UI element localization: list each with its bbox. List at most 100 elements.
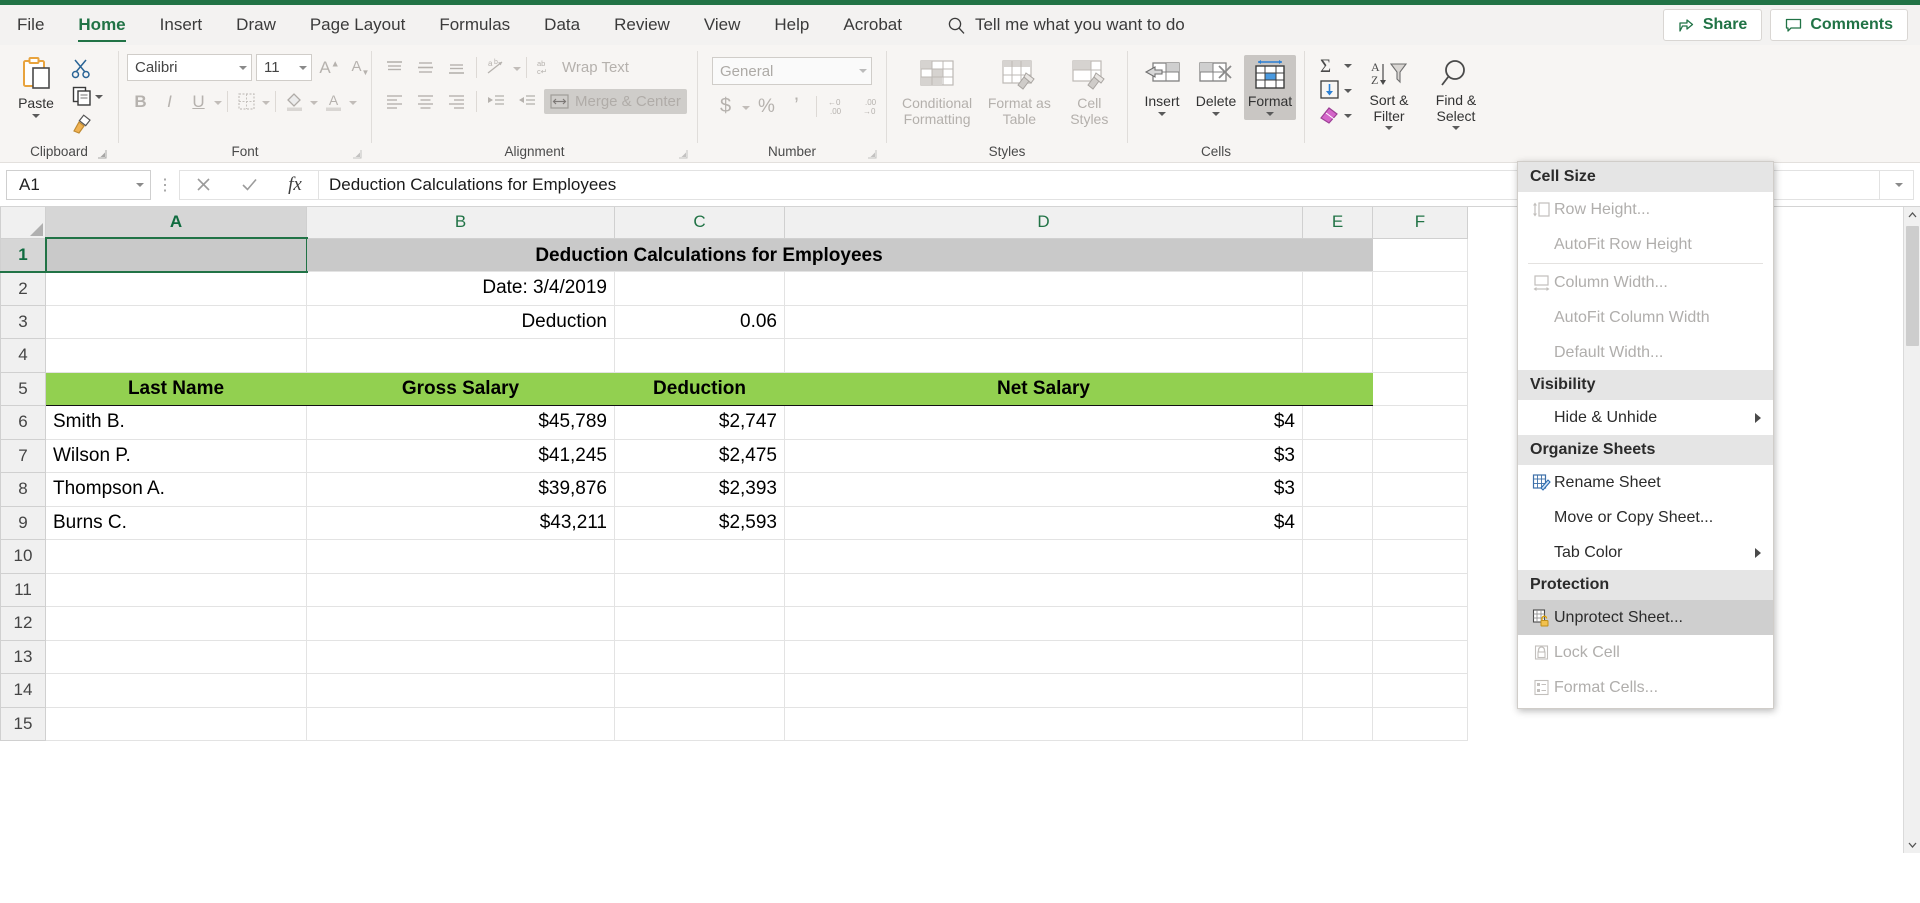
scroll-up-button[interactable] (1904, 207, 1920, 224)
bold-button[interactable]: B (127, 88, 154, 115)
ribbon-tab-review[interactable]: Review (597, 5, 687, 45)
cell-E8[interactable] (1302, 472, 1373, 507)
cell-D14[interactable] (784, 673, 1303, 708)
share-button[interactable]: Share (1662, 9, 1763, 41)
menu-item-rename-sheet[interactable]: Rename Sheet (1518, 465, 1773, 500)
column-header-F[interactable]: F (1372, 207, 1468, 239)
column-header-B[interactable]: B (306, 207, 615, 239)
cell-B6[interactable]: $45,789 (306, 405, 615, 440)
orientation-chevron-down-icon[interactable] (513, 66, 521, 71)
clear-button[interactable] (1317, 104, 1352, 126)
font-size-combo[interactable]: 11 (256, 54, 312, 81)
delete-chevron-down-icon[interactable] (1212, 111, 1220, 116)
cell-E12[interactable] (1302, 606, 1373, 641)
row-header-10[interactable]: 10 (0, 539, 46, 574)
align-left-button[interactable] (380, 88, 409, 115)
cell-A11[interactable] (45, 572, 307, 607)
cell-E14[interactable] (1302, 673, 1373, 708)
cell-F3[interactable] (1372, 304, 1468, 339)
column-header-E[interactable]: E (1302, 207, 1373, 239)
cell-D15[interactable] (784, 706, 1303, 741)
ribbon-tab-help[interactable]: Help (757, 5, 826, 45)
comments-button[interactable]: Comments (1770, 9, 1908, 41)
cell-B13[interactable] (306, 639, 615, 674)
cell-C10[interactable] (614, 539, 785, 574)
cell-B1[interactable]: Deduction Calculations for Employees (306, 237, 883, 272)
wrap-text-button[interactable]: ab c↵ Wrap Text (532, 56, 634, 80)
borders-chevron-down-icon[interactable] (262, 100, 270, 105)
cell-A5[interactable]: Last Name (45, 371, 307, 406)
fill-color-chevron-down-icon[interactable] (310, 100, 318, 105)
cell-F7[interactable] (1372, 438, 1468, 473)
cell-F14[interactable] (1372, 673, 1468, 708)
menu-item-unprotect-sheet[interactable]: Unprotect Sheet... (1518, 600, 1773, 635)
accounting-chevron-down-icon[interactable] (742, 105, 750, 110)
font-family-chevron-down-icon[interactable] (239, 65, 247, 70)
row-header-9[interactable]: 9 (0, 505, 46, 540)
cell-A15[interactable] (45, 706, 307, 741)
format-chevron-down-icon[interactable] (1266, 111, 1274, 116)
row-header-7[interactable]: 7 (0, 438, 46, 473)
row-header-6[interactable]: 6 (0, 405, 46, 440)
font-size-chevron-down-icon[interactable] (299, 65, 307, 70)
ribbon-tab-acrobat[interactable]: Acrobat (826, 5, 919, 45)
cell-C11[interactable] (614, 572, 785, 607)
cell-E9[interactable] (1302, 505, 1373, 540)
cell-C4[interactable] (614, 338, 785, 373)
format-painter-button[interactable] (64, 110, 98, 137)
cell-F12[interactable] (1372, 606, 1468, 641)
font-color-chevron-down-icon[interactable] (349, 100, 357, 105)
conditional-formatting-button[interactable]: Conditional Formatting (895, 55, 979, 131)
cell-A3[interactable] (45, 304, 307, 339)
cell-C12[interactable] (614, 606, 785, 641)
delete-cells-button[interactable]: Delete (1190, 55, 1242, 120)
formula-bar-expand-button[interactable] (1880, 169, 1914, 200)
row-header-8[interactable]: 8 (0, 472, 46, 507)
cell-A2[interactable] (45, 271, 307, 306)
menu-item-tab-color[interactable]: Tab Color (1518, 535, 1773, 570)
name-box-chevron-down-icon[interactable] (136, 182, 144, 187)
formula-bar-expand-handle[interactable]: ⋮ (151, 175, 179, 195)
percent-format-button[interactable]: % (753, 93, 780, 120)
format-cells-button[interactable]: Format (1244, 55, 1296, 120)
cell-B3[interactable]: Deduction (306, 304, 615, 339)
paste-chevron-down-icon[interactable] (32, 113, 40, 118)
insert-function-button[interactable]: fx (272, 171, 318, 199)
row-header-5[interactable]: 5 (0, 371, 46, 406)
name-box[interactable]: A1 (6, 169, 151, 200)
cell-B7[interactable]: $41,245 (306, 438, 615, 473)
font-color-button[interactable]: A (320, 88, 347, 115)
ribbon-tab-home[interactable]: Home (61, 5, 142, 45)
fill-chevron-down-icon[interactable] (1344, 89, 1352, 93)
row-header-12[interactable]: 12 (0, 606, 46, 641)
ribbon-tab-insert[interactable]: Insert (143, 5, 220, 45)
row-header-2[interactable]: 2 (0, 271, 46, 306)
autosum-chevron-down-icon[interactable] (1344, 64, 1352, 68)
cell-D6[interactable]: $4 (784, 405, 1303, 440)
italic-button[interactable]: I (156, 88, 183, 115)
clear-chevron-down-icon[interactable] (1344, 114, 1352, 118)
cell-D12[interactable] (784, 606, 1303, 641)
font-dialog-launcher-icon[interactable] (351, 147, 363, 159)
cell-F5[interactable] (1372, 371, 1468, 406)
cell-E4[interactable] (1302, 338, 1373, 373)
cell-C14[interactable] (614, 673, 785, 708)
copy-chevron-down-icon[interactable] (95, 94, 103, 99)
cell-B8[interactable]: $39,876 (306, 472, 615, 507)
row-header-3[interactable]: 3 (0, 304, 46, 339)
cell-A4[interactable] (45, 338, 307, 373)
cell-B5[interactable]: Gross Salary (306, 371, 615, 406)
cell-D9[interactable]: $4 (784, 505, 1303, 540)
column-header-D[interactable]: D (784, 207, 1303, 239)
align-top-button[interactable] (380, 54, 409, 81)
cell-D7[interactable]: $3 (784, 438, 1303, 473)
cut-button[interactable] (64, 54, 98, 81)
scroll-down-button[interactable] (1904, 836, 1920, 853)
menu-item-move-or-copy-sheet[interactable]: Move or Copy Sheet... (1518, 500, 1773, 535)
number-dialog-launcher-icon[interactable] (866, 147, 878, 159)
align-middle-button[interactable] (411, 54, 440, 81)
ribbon-tab-page-layout[interactable]: Page Layout (293, 5, 422, 45)
cell-F9[interactable] (1372, 505, 1468, 540)
format-as-table-button[interactable]: Format as Table (981, 55, 1058, 131)
cell-D3[interactable] (784, 304, 1303, 339)
